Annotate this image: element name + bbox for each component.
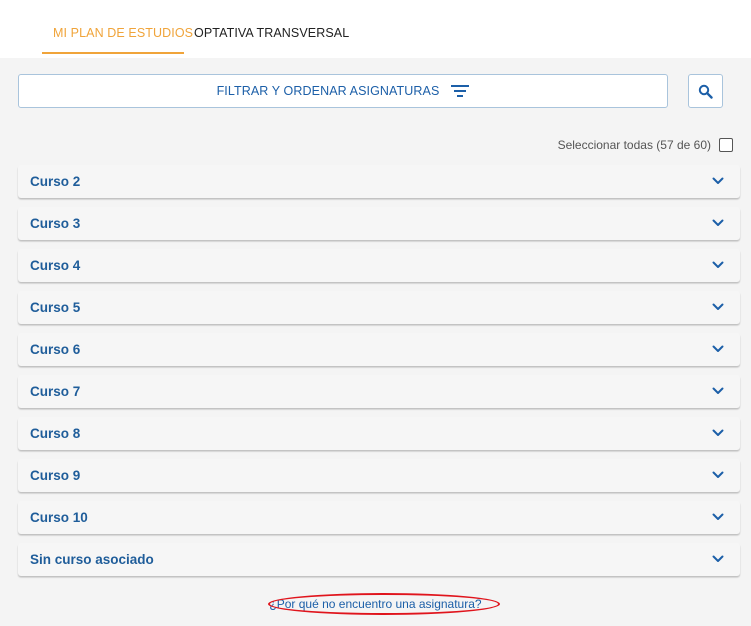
chevron-down-icon[interactable] — [712, 219, 724, 227]
select-all-checkbox[interactable] — [719, 138, 733, 152]
course-accordion-row[interactable]: Curso 3 — [18, 207, 740, 240]
filter-sort-button[interactable]: FILTRAR Y ORDENAR ASIGNATURAS — [18, 74, 668, 108]
tab-optativa-transversal[interactable]: OPTATIVA TRANSVERSAL — [194, 26, 349, 40]
chevron-down-icon[interactable] — [712, 513, 724, 521]
search-icon — [698, 84, 713, 99]
active-tab-indicator — [42, 52, 184, 54]
chevron-down-icon[interactable] — [712, 303, 724, 311]
filter-sort-label: FILTRAR Y ORDENAR ASIGNATURAS — [216, 84, 440, 98]
course-label: Curso 2 — [30, 174, 81, 189]
course-label: Curso 3 — [30, 216, 81, 231]
tab-bar: MI PLAN DE ESTUDIOS OPTATIVA TRANSVERSAL — [0, 0, 751, 58]
course-label: Curso 8 — [30, 426, 81, 441]
course-accordion: Curso 2 Curso 3 Curso 4 Curso 5 Curso 6 Curso… — [18, 165, 740, 585]
chevron-down-icon[interactable] — [712, 177, 724, 185]
course-label: Curso 6 — [30, 342, 81, 357]
tab-mi-plan-de-estudios[interactable]: MI PLAN DE ESTUDIOS — [53, 26, 193, 40]
course-accordion-row[interactable]: Curso 7 — [18, 375, 740, 408]
course-accordion-row[interactable]: Curso 2 — [18, 165, 740, 198]
filter-icon — [451, 85, 470, 97]
course-accordion-row[interactable]: Sin curso asociado — [18, 543, 740, 576]
chevron-down-icon[interactable] — [712, 555, 724, 563]
course-accordion-row[interactable]: Curso 5 — [18, 291, 740, 324]
course-accordion-row[interactable]: Curso 9 — [18, 459, 740, 492]
chevron-down-icon[interactable] — [712, 387, 724, 395]
course-accordion-row[interactable]: Curso 6 — [18, 333, 740, 366]
course-label: Curso 4 — [30, 258, 81, 273]
course-label: Curso 5 — [30, 300, 81, 315]
chevron-down-icon[interactable] — [712, 471, 724, 479]
course-accordion-row[interactable]: Curso 10 — [18, 501, 740, 534]
course-accordion-row[interactable]: Curso 8 — [18, 417, 740, 450]
select-all-control[interactable]: Seleccionar todas (57 de 60) — [558, 138, 733, 152]
search-button[interactable] — [688, 74, 723, 108]
chevron-down-icon[interactable] — [712, 429, 724, 437]
course-label: Curso 9 — [30, 468, 81, 483]
course-accordion-row[interactable]: Curso 4 — [18, 249, 740, 282]
chevron-down-icon[interactable] — [712, 345, 724, 353]
course-label: Sin curso asociado — [30, 552, 154, 567]
help-link[interactable]: ¿Por qué no encuentro una asignatura? — [0, 597, 751, 611]
select-all-label: Seleccionar todas (57 de 60) — [557, 138, 711, 152]
subject-selection-page: MI PLAN DE ESTUDIOS OPTATIVA TRANSVERSAL… — [0, 0, 751, 626]
chevron-down-icon[interactable] — [712, 261, 724, 269]
course-label: Curso 7 — [30, 384, 81, 399]
course-label: Curso 10 — [30, 510, 88, 525]
